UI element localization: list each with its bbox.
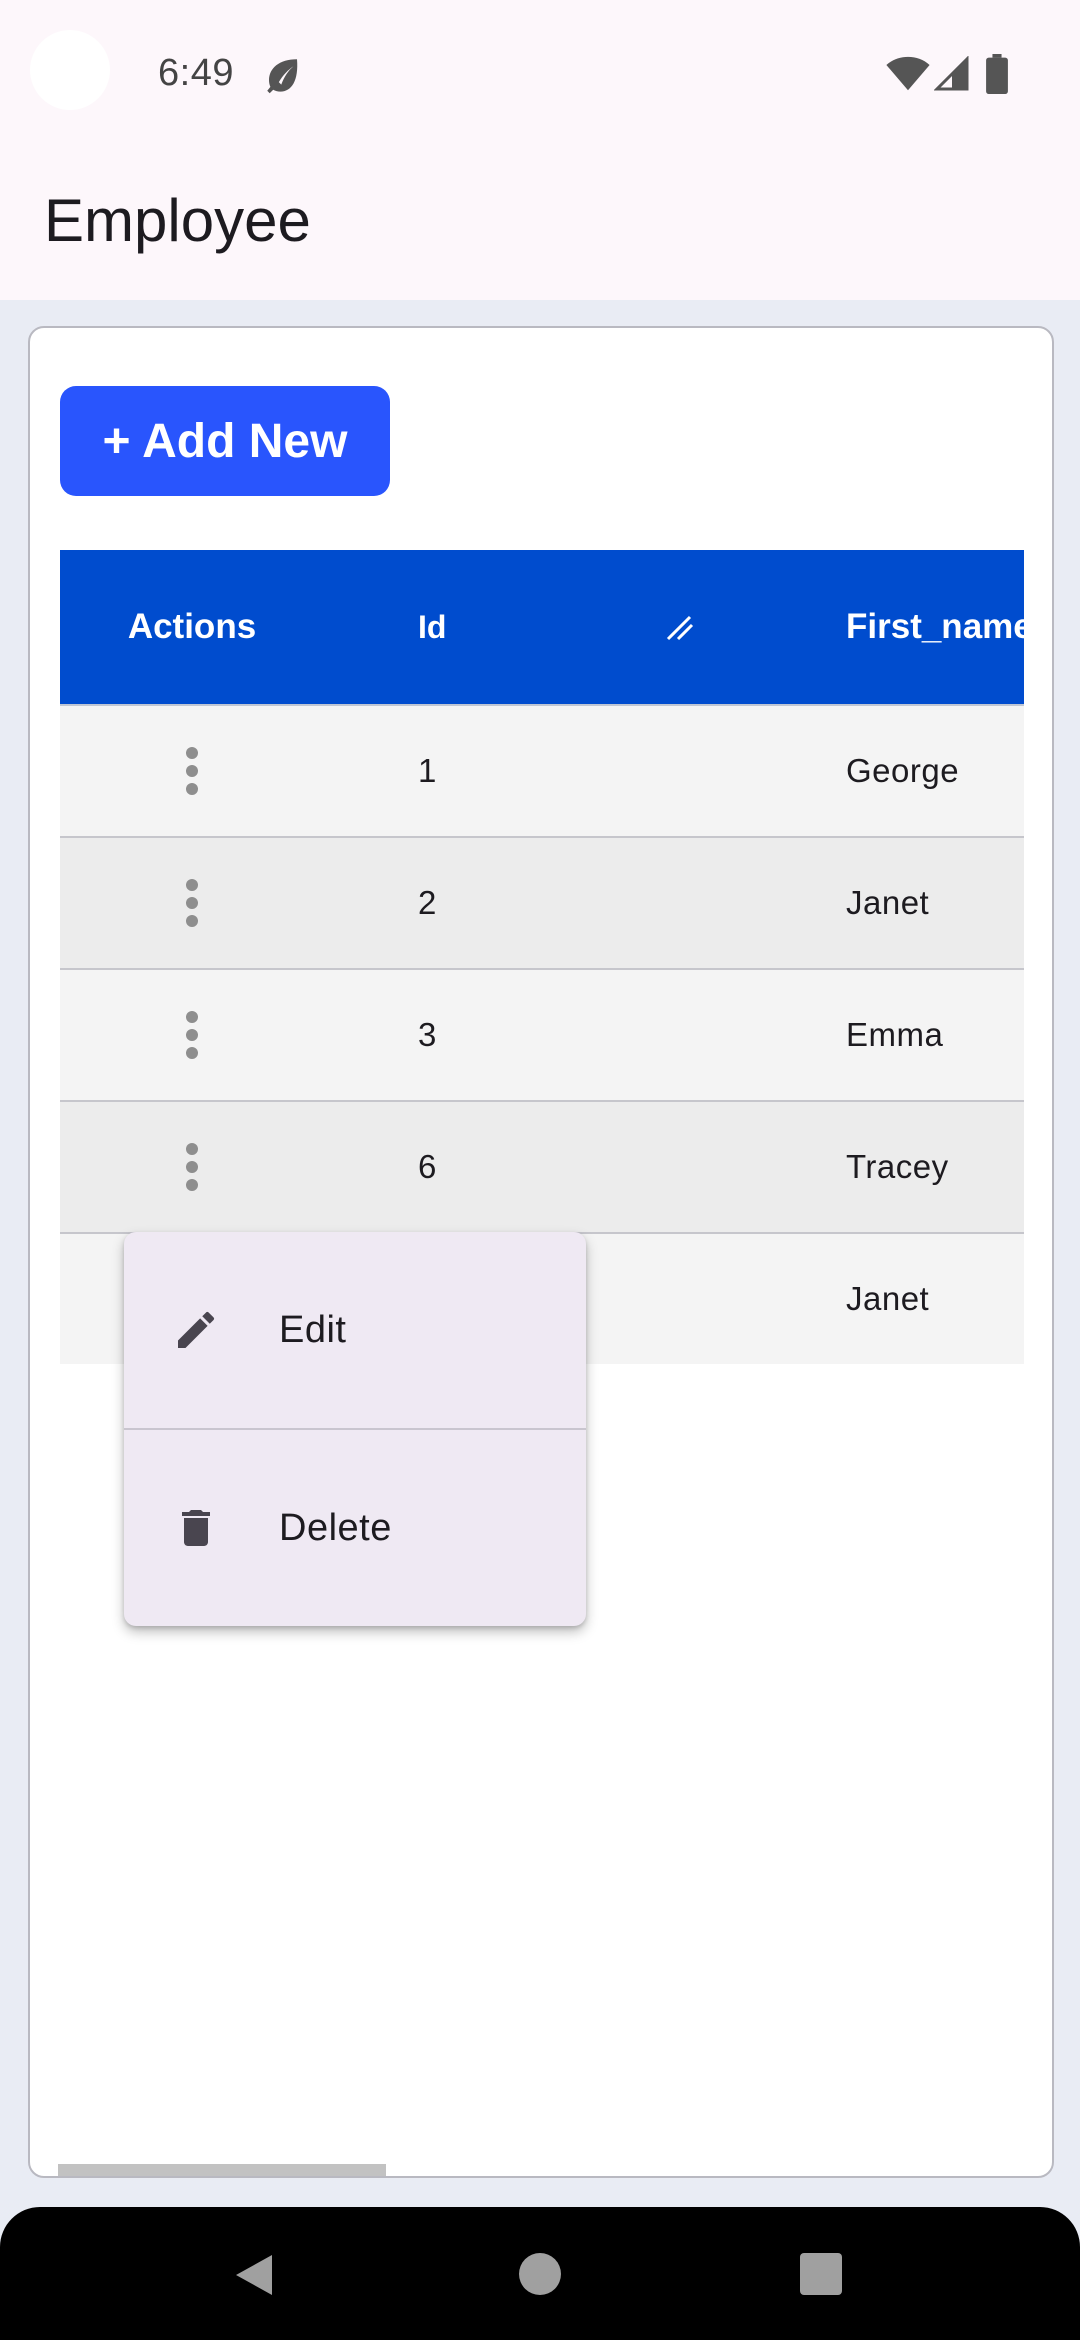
recents-icon[interactable] xyxy=(800,2253,842,2295)
trash-icon xyxy=(182,1510,210,1546)
status-time: 6:49 xyxy=(158,52,234,94)
column-resize-icon[interactable] xyxy=(664,550,704,704)
menu-item-label: Edit xyxy=(279,1308,347,1351)
back-icon[interactable] xyxy=(232,2251,276,2299)
cell-signal-icon xyxy=(934,56,969,91)
row-actions[interactable] xyxy=(60,970,324,1100)
menu-item-label: Delete xyxy=(279,1506,392,1549)
home-icon[interactable] xyxy=(519,2253,561,2295)
table-row[interactable]: 2 Janet xyxy=(60,838,1024,970)
table-row[interactable]: 1 George xyxy=(60,706,1024,838)
table-row[interactable]: 3 Emma xyxy=(60,970,1024,1102)
cell-first-name: Tracey xyxy=(846,1148,949,1185)
column-header-actions[interactable]: Actions xyxy=(60,550,324,704)
more-vert-icon[interactable] xyxy=(185,1142,199,1192)
cell-id: 1 xyxy=(418,752,437,789)
resize-handle-icon xyxy=(666,615,694,641)
more-vert-icon[interactable] xyxy=(185,878,199,928)
pencil-icon xyxy=(178,1311,215,1348)
battery-icon xyxy=(986,54,1008,94)
status-bar: 6:49 xyxy=(0,0,1080,150)
wifi-icon xyxy=(886,56,930,91)
column-header-id[interactable]: Id xyxy=(418,550,446,704)
cell-id: 3 xyxy=(418,1016,437,1053)
cell-id: 6 xyxy=(418,1148,437,1185)
system-nav-bar xyxy=(0,2207,1080,2340)
page-title: Employee xyxy=(44,187,311,254)
horizontal-scrollbar[interactable] xyxy=(58,2164,386,2176)
cell-first-name: Emma xyxy=(846,1016,944,1053)
menu-item-delete[interactable]: Delete xyxy=(124,1428,586,1626)
cell-first-name: Janet xyxy=(846,1280,930,1317)
row-context-menu: Edit Delete xyxy=(124,1232,586,1626)
cell-first-name: Janet xyxy=(846,884,930,921)
cell-first-name: George xyxy=(846,752,960,789)
column-header-first-name[interactable]: First_name xyxy=(846,550,1033,704)
app-bar: Employee xyxy=(0,150,1080,300)
leaf-icon xyxy=(267,59,298,94)
more-vert-icon[interactable] xyxy=(185,1010,199,1060)
table-header: Actions Id First_name xyxy=(60,550,1033,706)
add-new-button[interactable]: + Add New xyxy=(60,386,390,496)
row-actions[interactable] xyxy=(60,838,324,968)
camera-cutout xyxy=(30,30,110,110)
cell-id: 2 xyxy=(418,884,437,921)
more-vert-icon[interactable] xyxy=(185,746,199,796)
row-actions[interactable] xyxy=(60,1102,324,1232)
row-actions[interactable] xyxy=(60,706,324,836)
menu-item-edit[interactable]: Edit xyxy=(124,1232,586,1428)
table-row[interactable]: 6 Tracey xyxy=(60,1102,1024,1234)
